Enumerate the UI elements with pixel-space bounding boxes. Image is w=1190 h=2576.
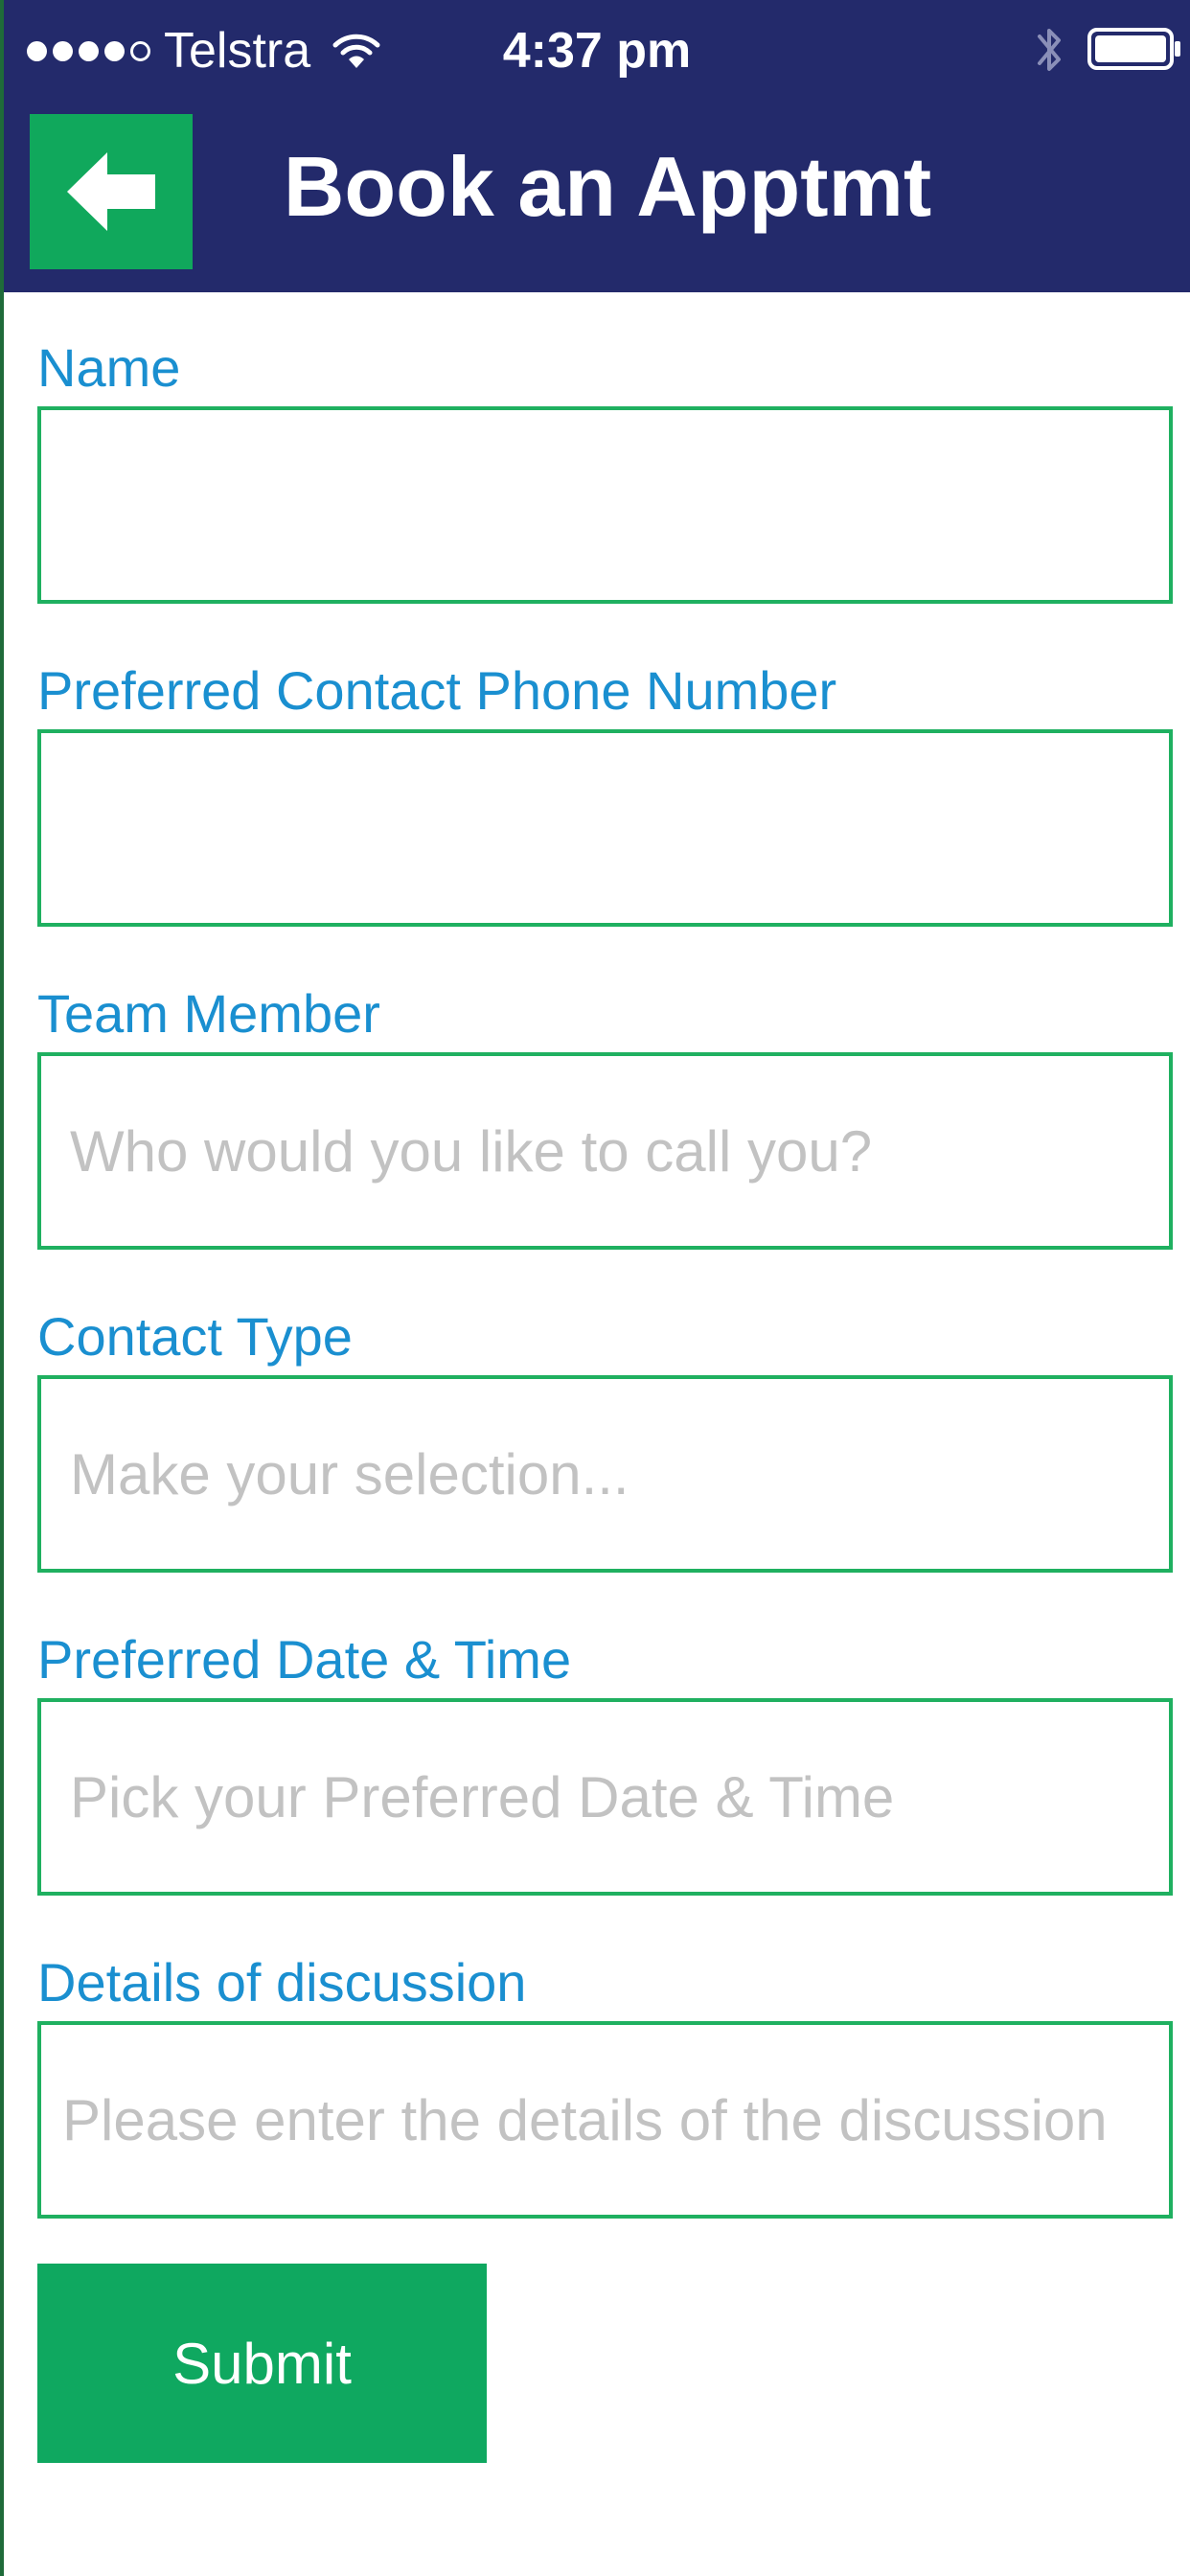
page-title: Book an Apptmt xyxy=(283,139,932,234)
header: Telstra 4:37 pm Book an Apptmt xyxy=(4,0,1190,292)
discussion-details-input[interactable] xyxy=(37,2021,1173,2219)
name-input[interactable] xyxy=(37,406,1173,604)
preferred-datetime-label: Preferred Date & Time xyxy=(37,1629,572,1690)
bluetooth-icon xyxy=(1038,29,1061,71)
team-member-input[interactable] xyxy=(37,1052,1173,1250)
app-screen: Telstra 4:37 pm Book an Apptmt Name Pref… xyxy=(0,0,1190,2576)
name-label: Name xyxy=(37,337,181,398)
discussion-details-label: Details of discussion xyxy=(37,1952,527,2012)
preferred-datetime-input[interactable] xyxy=(37,1698,1173,1896)
arrow-left-icon xyxy=(67,152,155,231)
contact-type-label: Contact Type xyxy=(37,1306,353,1367)
phone-number-input[interactable] xyxy=(37,729,1173,927)
back-button[interactable] xyxy=(30,114,193,269)
phone-number-label: Preferred Contact Phone Number xyxy=(37,660,837,721)
contact-type-select[interactable] xyxy=(37,1375,1173,1573)
status-bar-time: 4:37 pm xyxy=(502,23,692,79)
team-member-label: Team Member xyxy=(37,983,380,1044)
submit-button[interactable]: Submit xyxy=(37,2264,487,2463)
battery-icon xyxy=(1087,28,1180,70)
